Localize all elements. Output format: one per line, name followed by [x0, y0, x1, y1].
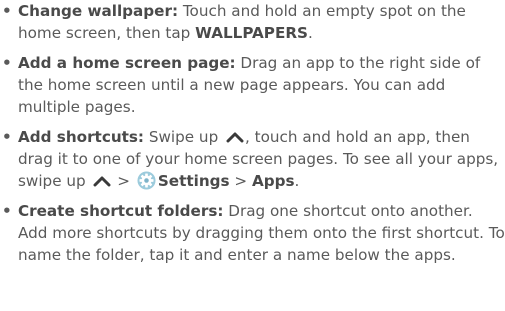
list-item-create-shortcut-folders: • Create shortcut folders: Drag one short… [0, 200, 505, 266]
item-text: > [229, 172, 252, 190]
caret-up-icon [93, 176, 111, 187]
settings-gear-icon [137, 171, 156, 190]
item-text: Swipe up [144, 128, 224, 146]
item-title: Create shortcut folders: [18, 202, 224, 220]
settings-label: Settings [157, 172, 230, 190]
wallpapers-label: WALLPAPERS [195, 24, 308, 42]
list-item-add-home-screen-page: • Add a home screen page: Drag an app to … [0, 52, 505, 118]
item-title: Add shortcuts: [18, 128, 145, 146]
item-title: Change wallpaper: [18, 2, 179, 20]
list-item-change-wallpaper: • Change wallpaper: Touch and hold an emp… [0, 0, 505, 44]
item-text: > [112, 172, 135, 190]
bullet: • [2, 128, 12, 146]
document-body: • Change wallpaper: Touch and hold an emp… [0, 0, 505, 274]
caret-up-icon [226, 132, 244, 143]
apps-label: Apps [251, 172, 295, 190]
bullet: • [2, 2, 12, 20]
item-text: . [307, 24, 313, 42]
bullet: • [2, 202, 12, 220]
item-title: Add a home screen page: [18, 54, 236, 72]
item-text: . [294, 172, 300, 190]
bullet: • [2, 54, 12, 72]
list-item-add-shortcuts: • Add shortcuts: Swipe up , touch and hol… [0, 126, 505, 192]
